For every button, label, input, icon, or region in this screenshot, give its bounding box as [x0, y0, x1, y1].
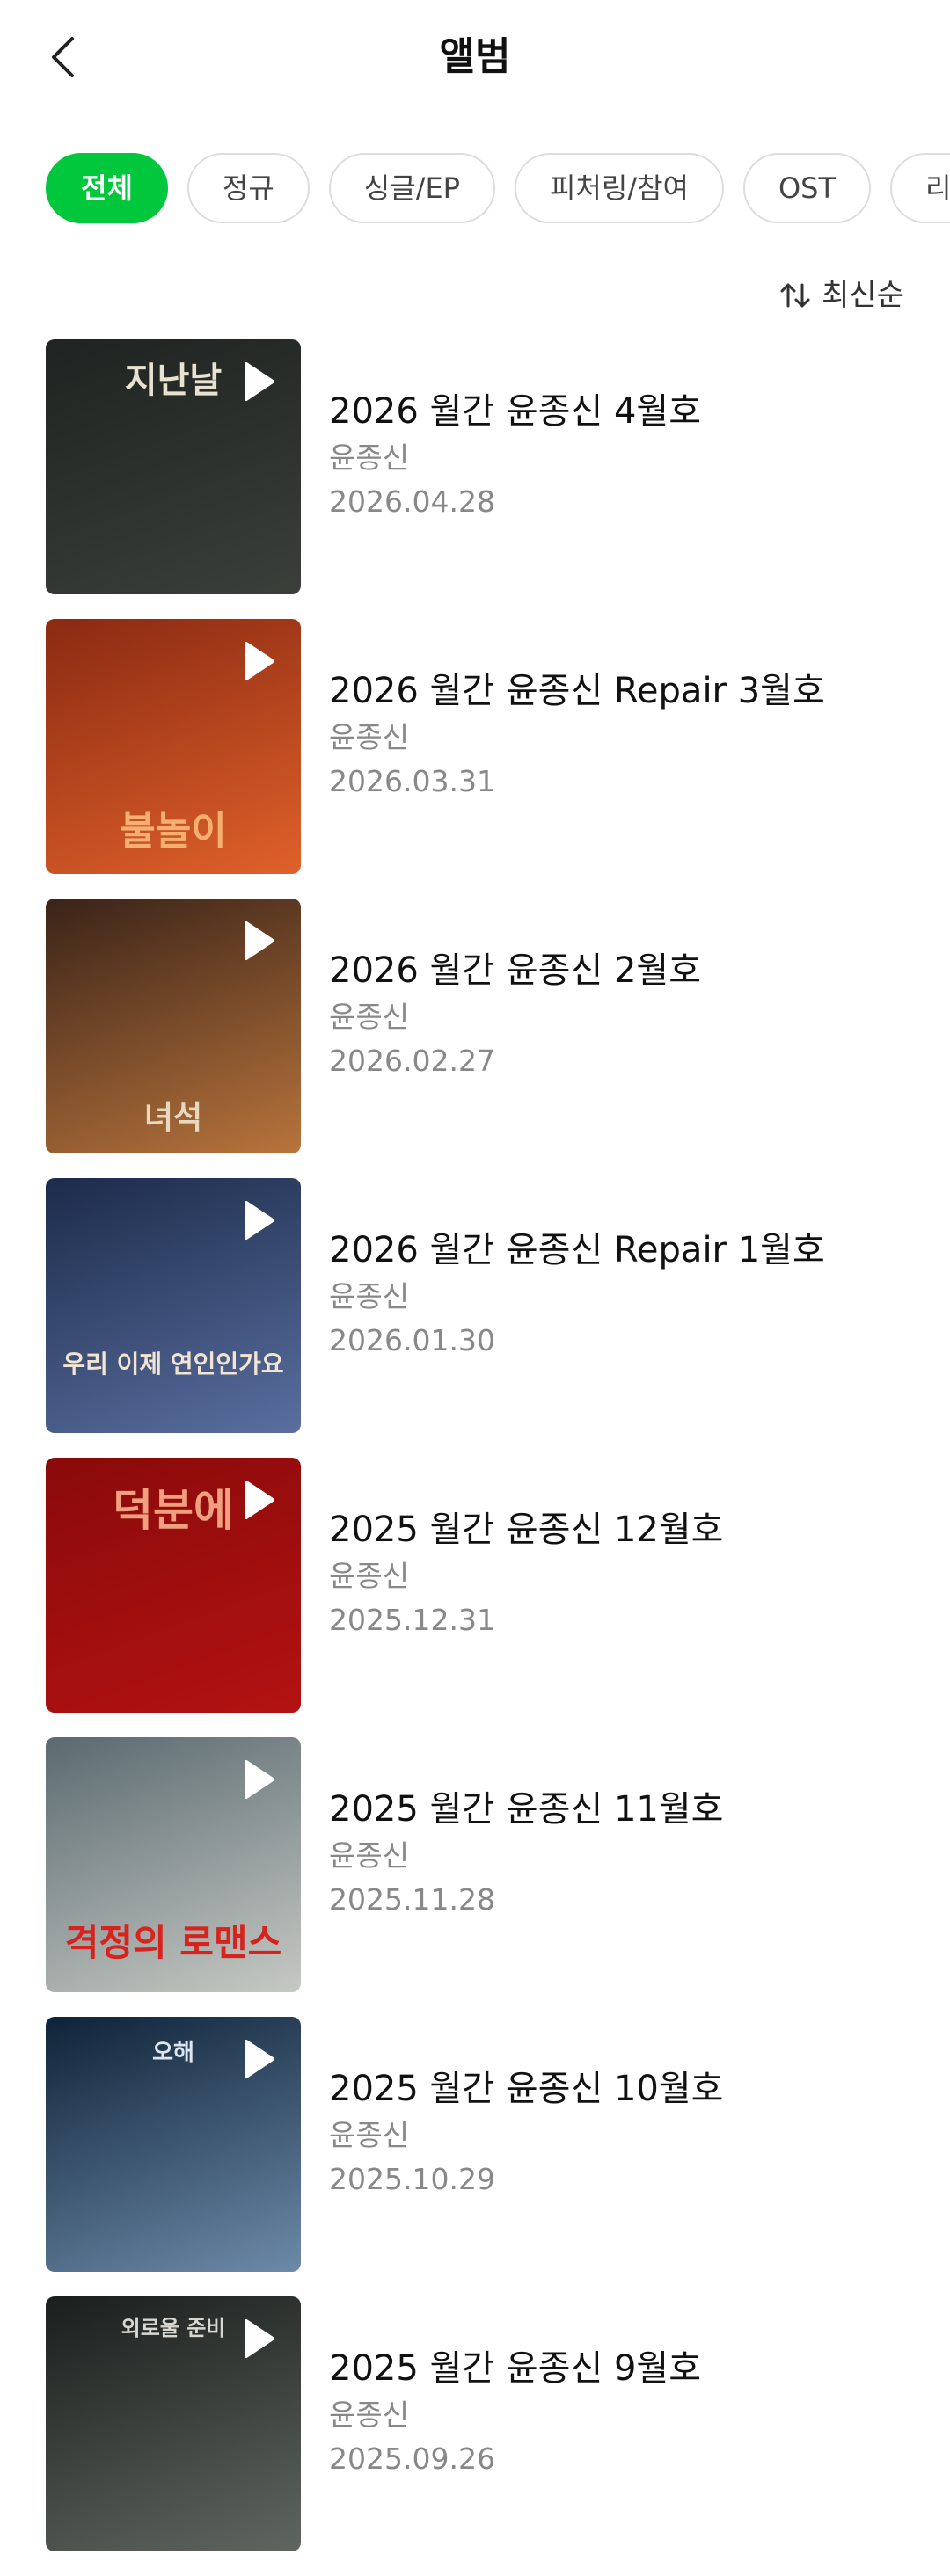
album-cover[interactable]: 지난날 [46, 339, 301, 594]
album-date: 2025.09.26 [329, 2441, 495, 2476]
album-info: 2026 월간 윤종신 2월호윤종신 2026.02.27 [329, 948, 915, 1083]
filter-chip[interactable]: OST [742, 153, 871, 223]
album-cover[interactable]: 불놀이 [46, 619, 301, 874]
album-title: 2025 월간 윤종신 12월호 [329, 1510, 724, 1550]
sort-arrows-icon [780, 283, 810, 308]
play-icon[interactable] [241, 640, 276, 682]
album-artist: 윤종신 [329, 1838, 410, 1873]
album-title: 2025 월간 윤종신 11월호 [329, 1789, 724, 1830]
album-info: 2025 월간 윤종신 11월호윤종신 2025.11.28 [329, 1786, 915, 1922]
play-icon[interactable] [241, 2038, 276, 2080]
album-date: 2025.12.31 [329, 1603, 495, 1637]
album-row[interactable]: 우리 이제 연인인가요 2026 월간 윤종신 Repair 1월호 윤종신 2026… [0, 1178, 950, 1458]
album-title: 2025 월간 윤종신 10월호 [329, 2069, 724, 2109]
album-title: 2026 월간 윤종신 4월호 [329, 391, 701, 432]
play-icon[interactable] [241, 360, 276, 403]
album-date: 2025.11.28 [329, 1882, 495, 1917]
album-artist: 윤종신 [329, 1559, 410, 1593]
album-row[interactable]: 지난날 2026 월간 윤종신 4월호윤종신 2026.04.28 [0, 339, 950, 619]
album-row[interactable]: 불놀이 2026 월간 윤종신 Repair 3월호윤종신 2026.03.31 [0, 619, 950, 899]
album-artist: 윤종신 [329, 1279, 410, 1313]
filter-chip[interactable]: 정규 [186, 153, 310, 223]
album-cover-text: 불놀이 [120, 809, 227, 854]
play-icon[interactable] [241, 2318, 276, 2360]
app-header: 앨범 [0, 0, 950, 114]
album-cover-text: 녀석 [143, 1100, 203, 1136]
album-cover-text: 우리 이제 연인인가요 [62, 1350, 284, 1379]
play-icon[interactable] [241, 1199, 276, 1241]
filter-chips: 전체 정규 싱글/EP 피처링/참여 OST 리 [46, 153, 950, 223]
album-title: 2026 월간 윤종신 Repair 1월호 [329, 1230, 825, 1270]
album-title: 2026 월간 윤종신 2월호 [329, 950, 701, 991]
album-date: 2026.03.31 [329, 764, 495, 798]
album-info: 2026 월간 윤종신 Repair 3월호윤종신 2026.03.31 [329, 668, 915, 804]
filter-chip[interactable]: 리 [890, 153, 950, 223]
album-info: 2025 월간 윤종신 9월호윤종신 2025.09.26 [329, 2346, 915, 2481]
sort-label: 최신순 [822, 278, 904, 313]
album-info: 2026 월간 윤종신 4월호윤종신 2026.04.28 [329, 389, 915, 524]
page-title: 앨범 [439, 34, 511, 79]
album-info: 2026 월간 윤종신 Repair 1월호윤종신 2026.01.30 [329, 1227, 915, 1363]
album-artist: 윤종신 [329, 2118, 410, 2152]
filter-chip[interactable]: 피처링/참여 [514, 153, 724, 223]
album-title: 2025 월간 윤종신 9월호 [329, 2348, 701, 2389]
album-info: 2025 월간 윤종신 10월호윤종신 2025.10.29 [329, 2066, 915, 2201]
album-row[interactable]: 녀석 2026 월간 윤종신 2월호윤종신 2026.02.27 [0, 899, 950, 1178]
album-row[interactable]: 오해 2025 월간 윤종신 10월호윤종신 2025.10.29 [0, 2017, 950, 2296]
play-icon[interactable] [241, 1758, 276, 1801]
album-date: 2025.10.29 [329, 2162, 495, 2196]
album-cover[interactable]: 오해 [46, 2017, 301, 2272]
album-list: 지난날 2026 월간 윤종신 4월호윤종신 2026.04.28 불놀이 2026 월… [0, 339, 950, 2576]
album-artist: 윤종신 [329, 1000, 410, 1034]
album-artist: 윤종신 [329, 440, 410, 475]
album-date: 2026.01.30 [329, 1323, 495, 1357]
album-cover[interactable]: 우리 이제 연인인가요 [46, 1178, 301, 1433]
album-info: 2025 월간 윤종신 12월호윤종신 2025.12.31 [329, 1507, 915, 1642]
album-cover-text: 격정의 로맨스 [64, 1921, 282, 1964]
album-row[interactable]: 격정의 로맨스 2025 월간 윤종신 11월호윤종신 2025.11.28 [0, 1737, 950, 2017]
album-artist: 윤종신 [329, 720, 410, 754]
album-row[interactable]: 외로울 준비 2025 월간 윤종신 9월호윤종신 2025.09.26 [0, 2296, 950, 2576]
play-icon[interactable] [241, 920, 276, 962]
album-artist: 윤종신 [329, 2398, 410, 2432]
filter-chip[interactable]: 싱글/EP [328, 153, 495, 223]
play-icon[interactable] [241, 1479, 276, 1521]
album-date: 2026.04.28 [329, 484, 495, 519]
album-cover[interactable]: 덕분에 [46, 1458, 301, 1713]
album-cover[interactable]: 외로울 준비 [46, 2296, 301, 2551]
album-row[interactable]: 덕분에 2025 월간 윤종신 12월호윤종신 2025.12.31 [0, 1458, 950, 1737]
album-date: 2026.02.27 [329, 1044, 495, 1078]
sort-button[interactable]: 최신순 [778, 269, 904, 322]
album-title: 2026 월간 윤종신 Repair 3월호 [329, 671, 825, 711]
filter-chip[interactable]: 전체 [46, 153, 168, 223]
album-cover[interactable]: 격정의 로맨스 [46, 1737, 301, 1992]
album-cover[interactable]: 녀석 [46, 899, 301, 1153]
